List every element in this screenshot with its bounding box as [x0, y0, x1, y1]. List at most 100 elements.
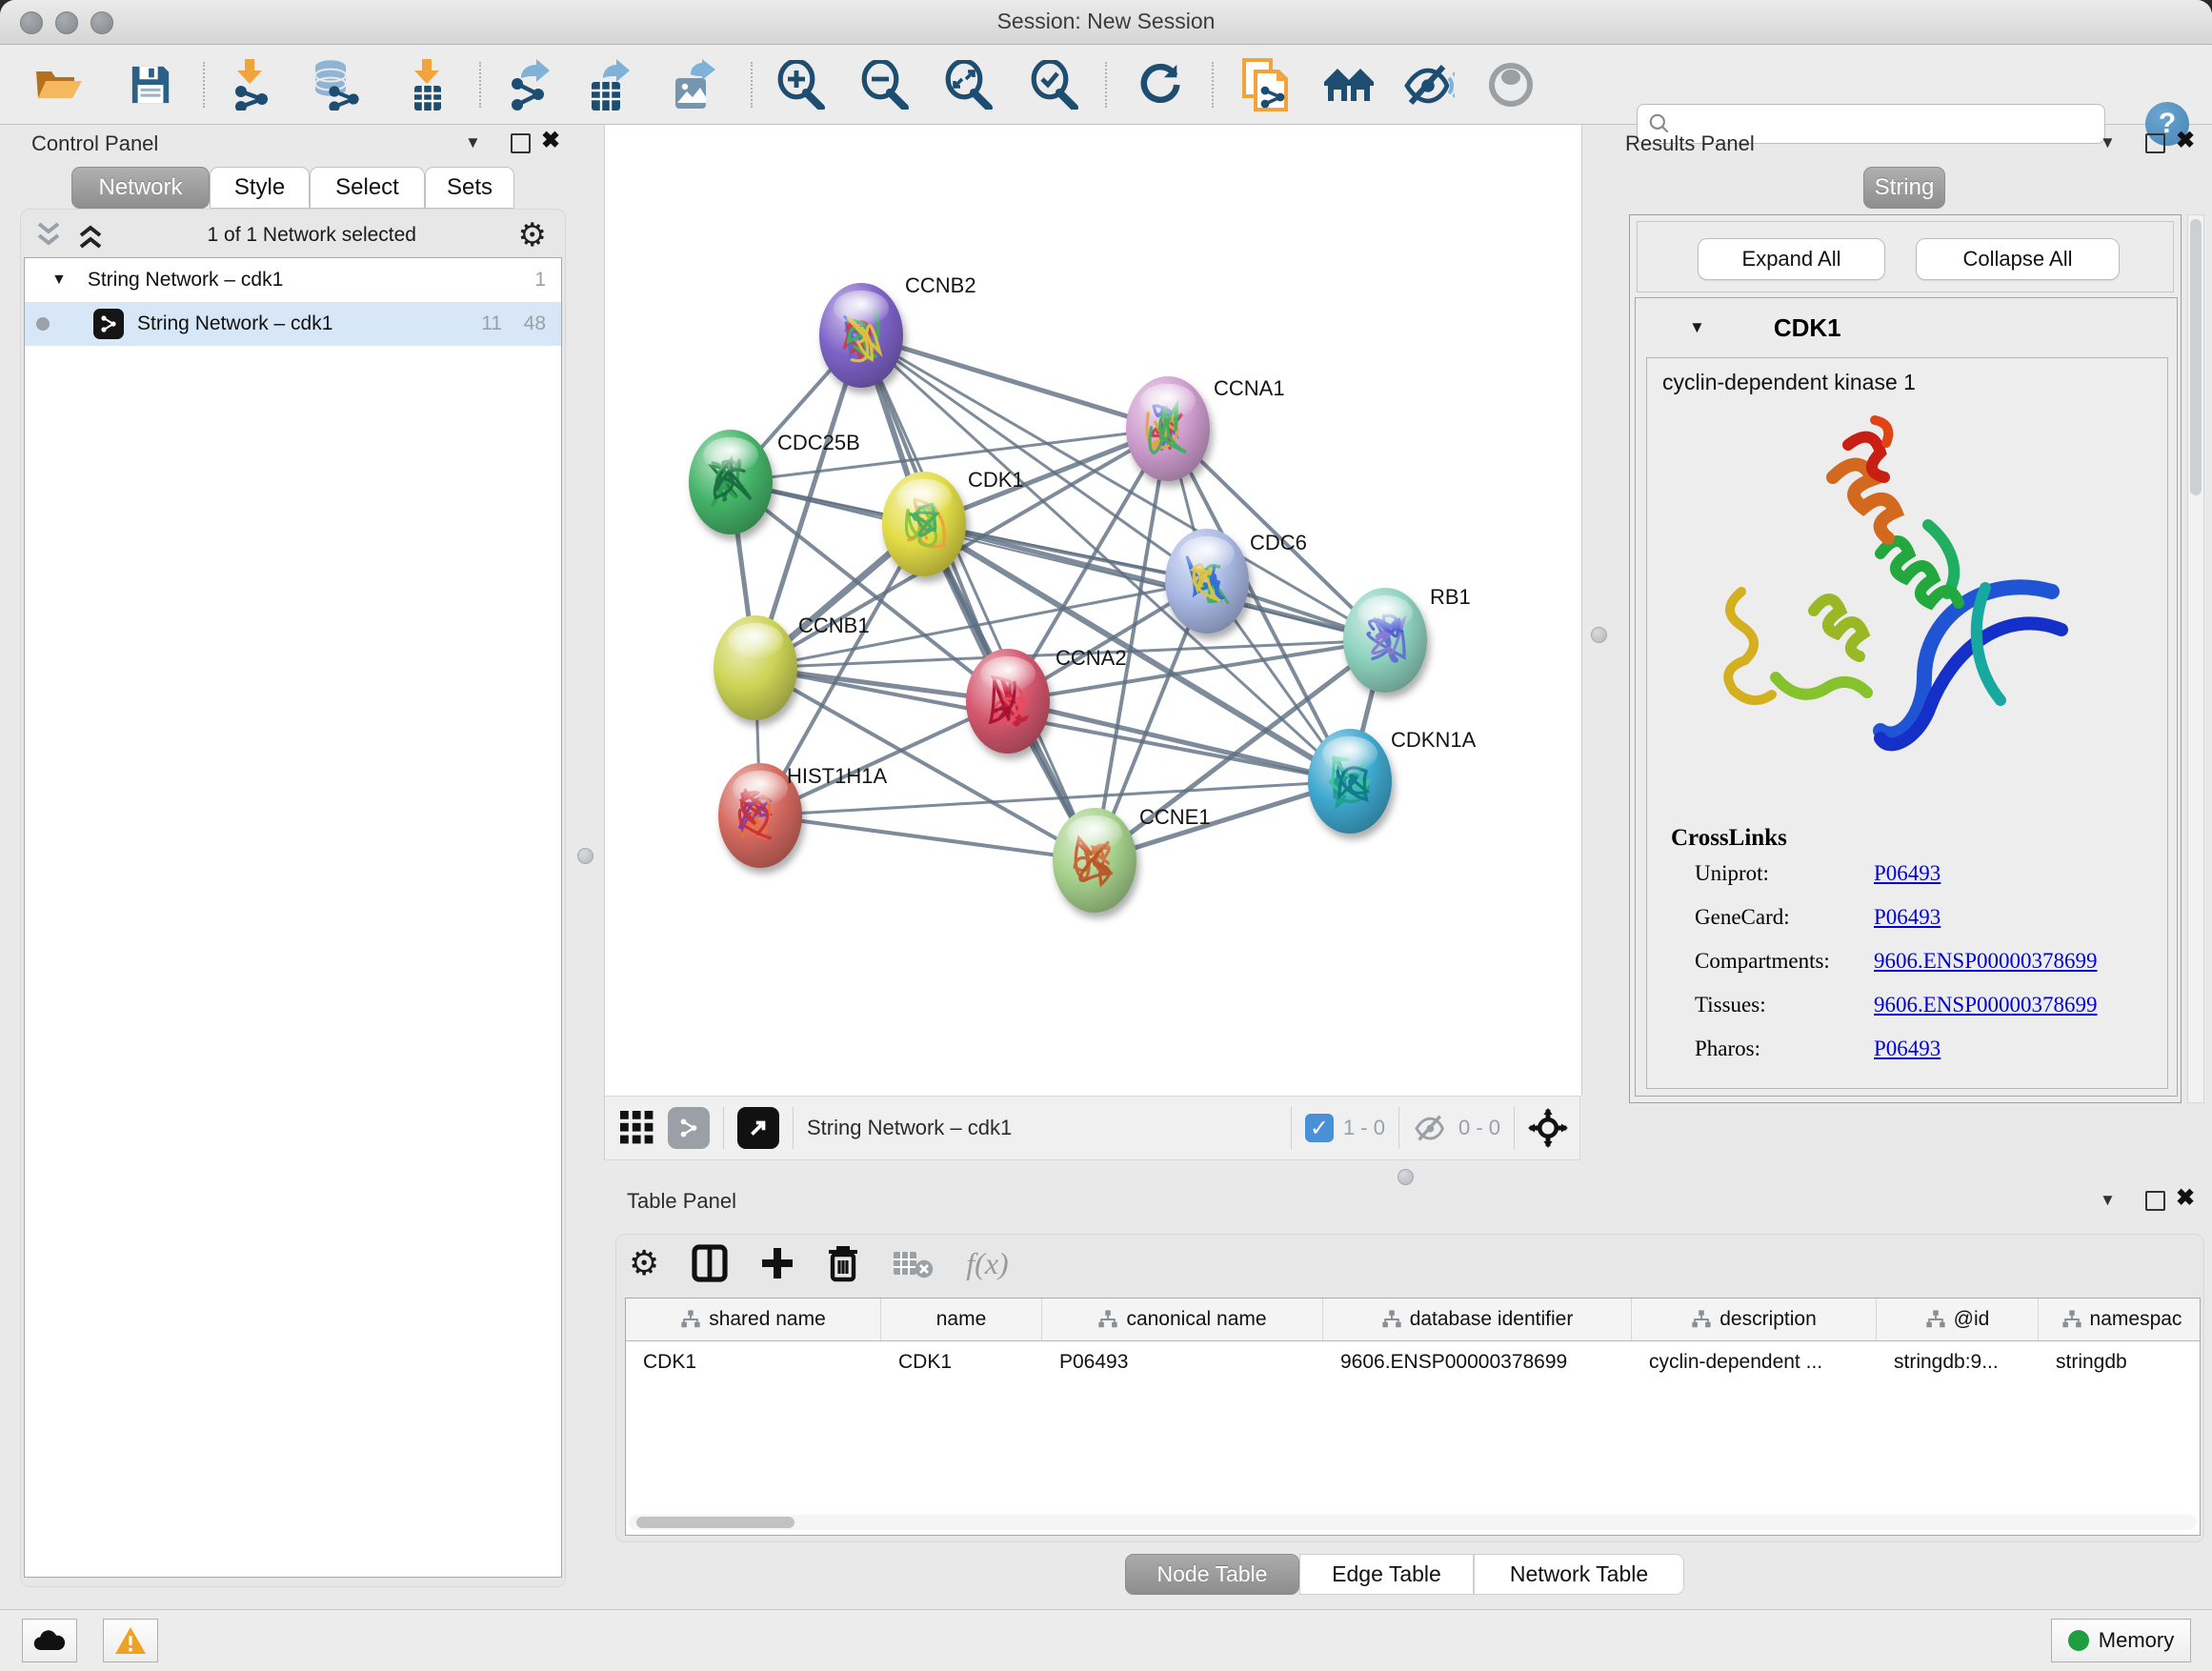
- node-label-CDC25B: CDC25B: [777, 431, 860, 454]
- network-collection-row[interactable]: ▼ String Network – cdk1 1: [25, 258, 561, 302]
- selected-checkbox-icon[interactable]: ✓: [1305, 1114, 1334, 1142]
- table-cell[interactable]: P06493: [1042, 1341, 1323, 1383]
- crosslink-link[interactable]: P06493: [1874, 905, 1941, 930]
- results-panel-menu-icon[interactable]: ▼: [2100, 133, 2116, 152]
- memory-button[interactable]: Memory: [2051, 1619, 2191, 1662]
- export-network-button[interactable]: [503, 58, 556, 111]
- table-cell[interactable]: stringdb: [2039, 1341, 2201, 1383]
- import-network-from-file-button[interactable]: [223, 58, 276, 111]
- results-panel-float-icon[interactable]: [2145, 133, 2165, 153]
- column-header-namespac[interactable]: namespac: [2039, 1299, 2201, 1340]
- network-node-CCNB2[interactable]: [819, 283, 903, 388]
- open-session-button[interactable]: [32, 58, 86, 111]
- gear-icon[interactable]: ⚙: [518, 219, 547, 252]
- table-cell[interactable]: 9606.ENSP00000378699: [1323, 1341, 1632, 1383]
- tab-network-table[interactable]: Network Table: [1474, 1554, 1684, 1595]
- column-header-database-identifier[interactable]: database identifier: [1323, 1299, 1632, 1340]
- string-network-graph[interactable]: CCNB2CCNA1CDC25BCDK1CDC6RB1CCNB1CCNA2CDK…: [605, 125, 1581, 1096]
- control-panel-close-icon[interactable]: ✖: [541, 130, 560, 152]
- show-columns-icon[interactable]: [692, 1244, 728, 1282]
- network-row[interactable]: String Network – cdk1 11 48: [25, 302, 561, 346]
- table-panel-close-icon[interactable]: ✖: [2176, 1187, 2195, 1210]
- left-splitter-handle[interactable]: [577, 848, 593, 864]
- right-splitter-handle[interactable]: [1591, 627, 1607, 643]
- tab-edge-table[interactable]: Edge Table: [1299, 1554, 1474, 1595]
- warnings-button[interactable]: [103, 1619, 158, 1662]
- grid-view-icon[interactable]: [620, 1111, 654, 1145]
- expand-all-icon[interactable]: [77, 222, 106, 249]
- control-panel-menu-icon[interactable]: ▼: [465, 133, 481, 152]
- show-all-button[interactable]: [1484, 58, 1538, 111]
- collapse-all-button[interactable]: Collapse All: [1916, 238, 2120, 280]
- table-cell[interactable]: CDK1: [626, 1341, 881, 1383]
- collapse-triangle-icon[interactable]: ▼: [51, 272, 67, 289]
- section-collapse-triangle-icon[interactable]: ▼: [1689, 318, 1705, 337]
- column-header-shared-name[interactable]: shared name: [626, 1299, 881, 1340]
- network-node-CCNA2[interactable]: [966, 649, 1050, 754]
- refresh-view-button[interactable]: [1134, 58, 1187, 111]
- network-node-CCNA1[interactable]: [1126, 376, 1210, 481]
- edge-CCNA2-CDKN1A[interactable]: [1008, 701, 1350, 781]
- network-node-RB1[interactable]: [1343, 588, 1427, 693]
- import-table-from-file-button[interactable]: [400, 58, 453, 111]
- table-cell[interactable]: stringdb:9...: [1877, 1341, 2039, 1383]
- birds-eye-view-icon[interactable]: [1528, 1108, 1568, 1148]
- zoom-out-button[interactable]: [857, 58, 911, 111]
- column-header--id[interactable]: @id: [1877, 1299, 2039, 1340]
- protein-section-header[interactable]: ▼ CDK1: [1636, 298, 2177, 357]
- control-panel-float-icon[interactable]: [511, 133, 531, 153]
- crosslink-link[interactable]: P06493: [1874, 861, 1941, 886]
- tab-select[interactable]: Select: [310, 167, 425, 209]
- bottom-splitter-handle[interactable]: [1398, 1169, 1414, 1185]
- edge-HIST1H1A-CCNE1[interactable]: [760, 815, 1095, 860]
- edge-CCNB2-CCNA1[interactable]: [861, 335, 1168, 429]
- network-share-icon[interactable]: [668, 1107, 710, 1149]
- network-node-CDC6[interactable]: [1165, 529, 1249, 634]
- column-header-description[interactable]: description: [1632, 1299, 1877, 1340]
- network-node-CDK1[interactable]: [882, 472, 966, 576]
- table-cell[interactable]: CDK1: [881, 1341, 1042, 1383]
- zoom-in-button[interactable]: [774, 58, 827, 111]
- export-image-button[interactable]: [667, 58, 720, 111]
- cloud-status-button[interactable]: [22, 1619, 77, 1662]
- crosslink-link[interactable]: 9606.ENSP00000378699: [1874, 949, 2098, 974]
- delete-column-icon[interactable]: [827, 1244, 859, 1282]
- network-node-CCNE1[interactable]: [1053, 808, 1136, 913]
- results-panel-close-icon[interactable]: ✖: [2176, 130, 2195, 152]
- table-cell[interactable]: cyclin-dependent ...: [1632, 1341, 1877, 1383]
- string-home-button[interactable]: [1322, 58, 1376, 111]
- network-canvas[interactable]: CCNB2CCNA1CDC25BCDK1CDC6RB1CCNB1CCNA2CDK…: [604, 125, 1582, 1096]
- expand-all-button[interactable]: Expand All: [1698, 238, 1885, 280]
- crosslink-link[interactable]: 9606.ENSP00000378699: [1874, 993, 2098, 1017]
- network-node-CDKN1A[interactable]: [1308, 729, 1392, 834]
- import-network-from-database-button[interactable]: [307, 58, 360, 111]
- save-session-button[interactable]: [124, 58, 177, 111]
- tab-node-table[interactable]: Node Table: [1125, 1554, 1299, 1595]
- tab-style[interactable]: Style: [210, 167, 310, 209]
- column-header-name[interactable]: name: [881, 1299, 1042, 1340]
- table-panel-float-icon[interactable]: [2145, 1191, 2165, 1211]
- export-table-button[interactable]: [583, 58, 636, 111]
- open-in-new-icon[interactable]: [737, 1107, 779, 1149]
- zoom-fit-button[interactable]: [941, 58, 995, 111]
- network-node-CDC25B[interactable]: [689, 430, 773, 534]
- tab-sets[interactable]: Sets: [425, 167, 514, 209]
- results-scrollbar-thumb[interactable]: [2190, 219, 2202, 495]
- tab-string[interactable]: String: [1863, 167, 1945, 209]
- copy-network-button[interactable]: [1238, 58, 1292, 111]
- table-hscrollbar-thumb[interactable]: [636, 1517, 794, 1528]
- network-node-CCNB1[interactable]: [714, 615, 797, 720]
- table-panel-menu-icon[interactable]: ▼: [2100, 1191, 2116, 1210]
- hide-selected-button[interactable]: [1402, 58, 1456, 111]
- zoom-selected-button[interactable]: [1027, 58, 1080, 111]
- add-column-icon[interactable]: [760, 1246, 794, 1280]
- table-hscrollbar[interactable]: [629, 1515, 2197, 1530]
- table-settings-gear-icon[interactable]: ⚙: [629, 1246, 659, 1280]
- edge-CCNB2-CCNE1[interactable]: [861, 335, 1095, 860]
- column-header-canonical-name[interactable]: canonical name: [1042, 1299, 1323, 1340]
- collapse-all-icon[interactable]: [35, 222, 64, 249]
- crosslink-link[interactable]: P06493: [1874, 1037, 1941, 1061]
- tab-network[interactable]: Network: [71, 167, 210, 209]
- table-body: CDK1CDK1P064939606.ENSP00000378699cyclin…: [626, 1341, 2200, 1383]
- results-scrollbar[interactable]: [2187, 214, 2204, 1103]
